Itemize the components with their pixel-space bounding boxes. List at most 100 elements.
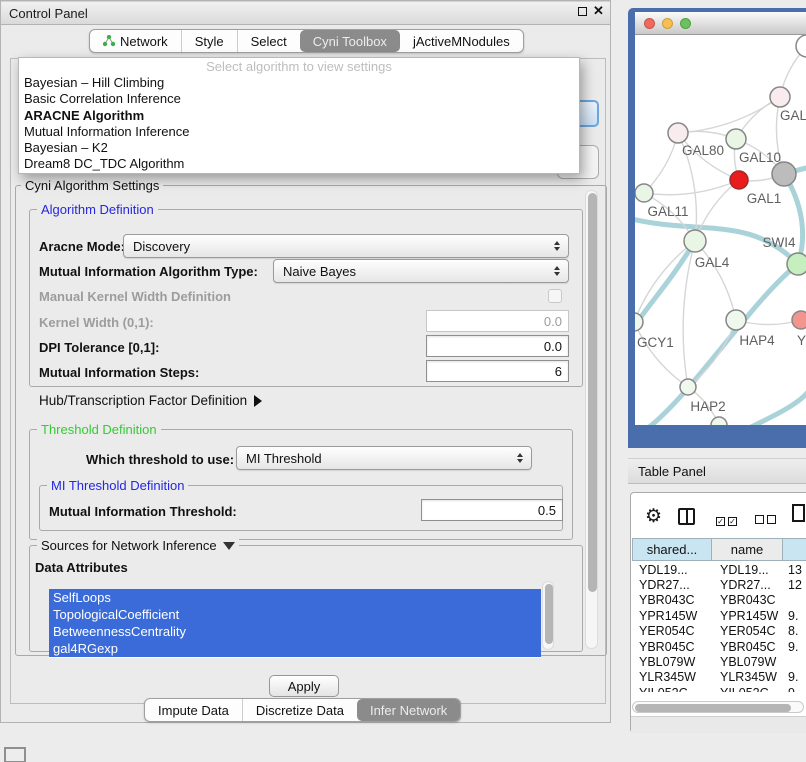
network-node[interactable] [711, 417, 727, 425]
cell: YDR27... [631, 578, 712, 592]
deselect-checkboxes-icon[interactable] [755, 512, 776, 527]
minimized-widget[interactable] [4, 747, 26, 762]
tab-infer-network[interactable]: Infer Network [357, 699, 460, 721]
manual-kernel-checkbox[interactable] [548, 289, 562, 303]
network-node[interactable] [668, 123, 688, 143]
network-window-titlebar[interactable] [635, 12, 806, 35]
table-row[interactable]: YDR27...YDR27...12 [631, 577, 806, 592]
column-header-partial[interactable] [782, 538, 806, 561]
tab-network[interactable]: Network [90, 30, 181, 52]
mi-threshold-field[interactable]: 0.5 [421, 499, 563, 521]
network-edge[interactable] [678, 97, 780, 133]
table-row[interactable]: YER054CYER054C8. [631, 624, 806, 639]
control-panel-bottom-tabbar: Impute Data Discretize DataInfer Network [144, 698, 461, 722]
column-header-name[interactable]: name [711, 538, 783, 561]
mi-steps-field[interactable]: 6 [426, 360, 569, 382]
network-node[interactable] [680, 379, 696, 395]
kernel-width-field[interactable]: 0.0 [426, 310, 569, 332]
tab-jactivemnodules[interactable]: jActiveMNodules [400, 30, 523, 52]
network-edge[interactable] [695, 241, 736, 320]
aracne-mode-combo[interactable]: Discovery [123, 234, 569, 258]
tab-style[interactable]: Style [181, 30, 237, 52]
network-node[interactable] [772, 162, 796, 186]
tab-cyni-toolbox[interactable]: Cyni Toolbox [300, 30, 400, 52]
zoom-window-icon[interactable] [680, 18, 691, 29]
table-row[interactable]: YLR345WYLR345W9. [631, 670, 806, 685]
network-edge[interactable] [683, 241, 695, 387]
algorithm-dropdown-list: Select algorithm to view settings Bayesi… [18, 57, 580, 174]
cell: YPR145W [712, 609, 783, 623]
tab-impute-data[interactable]: Impute Data [145, 699, 242, 721]
network-edge-thick[interactable] [745, 392, 806, 425]
cell: 12 [783, 578, 806, 592]
combo-arrows-icon [549, 241, 565, 251]
mi-type-combo[interactable]: Naive Bayes [273, 259, 569, 283]
tab-label: Impute Data [158, 703, 229, 718]
table-hscrollbar-thumb[interactable] [635, 704, 791, 712]
network-node[interactable] [792, 311, 806, 329]
settings-scrollbar-thumb[interactable] [588, 193, 597, 592]
tab-discretize-data[interactable]: Discretize Data [242, 699, 357, 721]
tab-select[interactable]: Select [237, 30, 300, 52]
hub-definition-toggle[interactable]: Hub/Transcription Factor Definition [39, 393, 262, 408]
table-row[interactable]: YPR145WYPR145W9. [631, 608, 806, 623]
column-header-shared[interactable]: shared... [632, 538, 712, 561]
data-attributes-list[interactable]: SelfLoopsTopologicalCoefficientBetweenne… [49, 589, 541, 658]
dropdown-item-basic-correlation-inference[interactable]: Basic Correlation Inference [19, 91, 579, 107]
float-panel-icon[interactable] [578, 7, 587, 16]
table-hscrollbar[interactable] [632, 701, 804, 713]
dropdown-placeholder: Select algorithm to view settings [19, 58, 579, 75]
network-node[interactable] [770, 87, 790, 107]
dropdown-item-aracne-algorithm[interactable]: ARACNE Algorithm [19, 108, 579, 124]
columns-icon[interactable] [678, 508, 695, 525]
data-attribute-item-topologicalcoefficient[interactable]: TopologicalCoefficient [49, 606, 541, 623]
data-attribute-item-gal4rgexp[interactable]: gal4RGexp [49, 640, 541, 657]
select-checkboxes-icon[interactable]: ✓✓ [716, 512, 737, 527]
aracne-mode-label: Aracne Mode: [39, 239, 125, 254]
control-panel-tabbar: Network Style SelectCyni Toolbox jActiveMNo… [89, 29, 524, 53]
sources-toggle[interactable]: Sources for Network Inference [37, 538, 239, 553]
dropdown-item-mutual-information-inference[interactable]: Mutual Information Inference [19, 124, 579, 140]
data-attribute-item-selfloops[interactable]: SelfLoops [49, 589, 541, 606]
network-node[interactable] [684, 230, 706, 252]
table-row[interactable]: YBL079WYBL079W [631, 654, 806, 669]
data-attribute-item-betweennesscentrality[interactable]: BetweennessCentrality [49, 623, 541, 640]
control-panel-titlebar: Control Panel [1, 1, 610, 25]
dropdown-item-bayesian-hill-climbing[interactable]: Bayesian – Hill Climbing [19, 75, 579, 91]
cell: 8. [783, 624, 806, 638]
table-row[interactable]: YIL052CYIL052C9. [631, 685, 806, 692]
tab-label: Style [195, 34, 224, 49]
close-window-icon[interactable] [644, 18, 655, 29]
network-edge[interactable] [635, 322, 688, 387]
table-row[interactable]: YDL19...YDL19...13 [631, 562, 806, 577]
network-canvas[interactable]: GALGAL80GAL10GAL1GAL11SWI4GAL4GCY1HAP4YH… [635, 35, 806, 425]
network-node[interactable] [796, 35, 806, 57]
table-row[interactable]: YBR043CYBR043C [631, 593, 806, 608]
settings-scrollbar[interactable] [585, 190, 598, 649]
network-node[interactable] [726, 310, 746, 330]
network-node-label: SWI4 [762, 235, 795, 250]
network-node-label: HAP2 [690, 399, 725, 414]
which-threshold-combo[interactable]: MI Threshold [236, 446, 532, 470]
network-node[interactable] [726, 129, 746, 149]
cell: 9. [783, 609, 806, 623]
tab-label: jActiveMNodules [413, 34, 510, 49]
dpi-tolerance-field[interactable]: 0.0 [426, 335, 569, 357]
gear-icon[interactable]: ⚙ [645, 505, 662, 528]
network-node[interactable] [787, 253, 806, 275]
table-body: YDL19...YDL19...13YDR27...YDR27...12YBR0… [631, 562, 806, 692]
page-icon[interactable] [792, 504, 805, 522]
table-panel-titlebar: Table Panel [628, 458, 806, 484]
network-node[interactable] [635, 184, 653, 202]
apply-button[interactable]: Apply [269, 675, 339, 697]
cell: YBR043C [631, 593, 712, 607]
network-node[interactable] [730, 171, 748, 189]
data-attributes-scrollbar-thumb[interactable] [545, 584, 553, 644]
table-row[interactable]: YBR045CYBR045C9. [631, 639, 806, 654]
network-edge-thick[interactable] [784, 174, 803, 264]
dropdown-item-bayesian-k2[interactable]: Bayesian – K2 [19, 140, 579, 156]
close-panel-icon[interactable]: ✕ [593, 3, 604, 19]
minimize-window-icon[interactable] [662, 18, 673, 29]
dropdown-item-dream8-dc-tdc-algorithm[interactable]: Dream8 DC_TDC Algorithm [19, 156, 579, 172]
data-attributes-scrollbar[interactable] [542, 581, 554, 650]
